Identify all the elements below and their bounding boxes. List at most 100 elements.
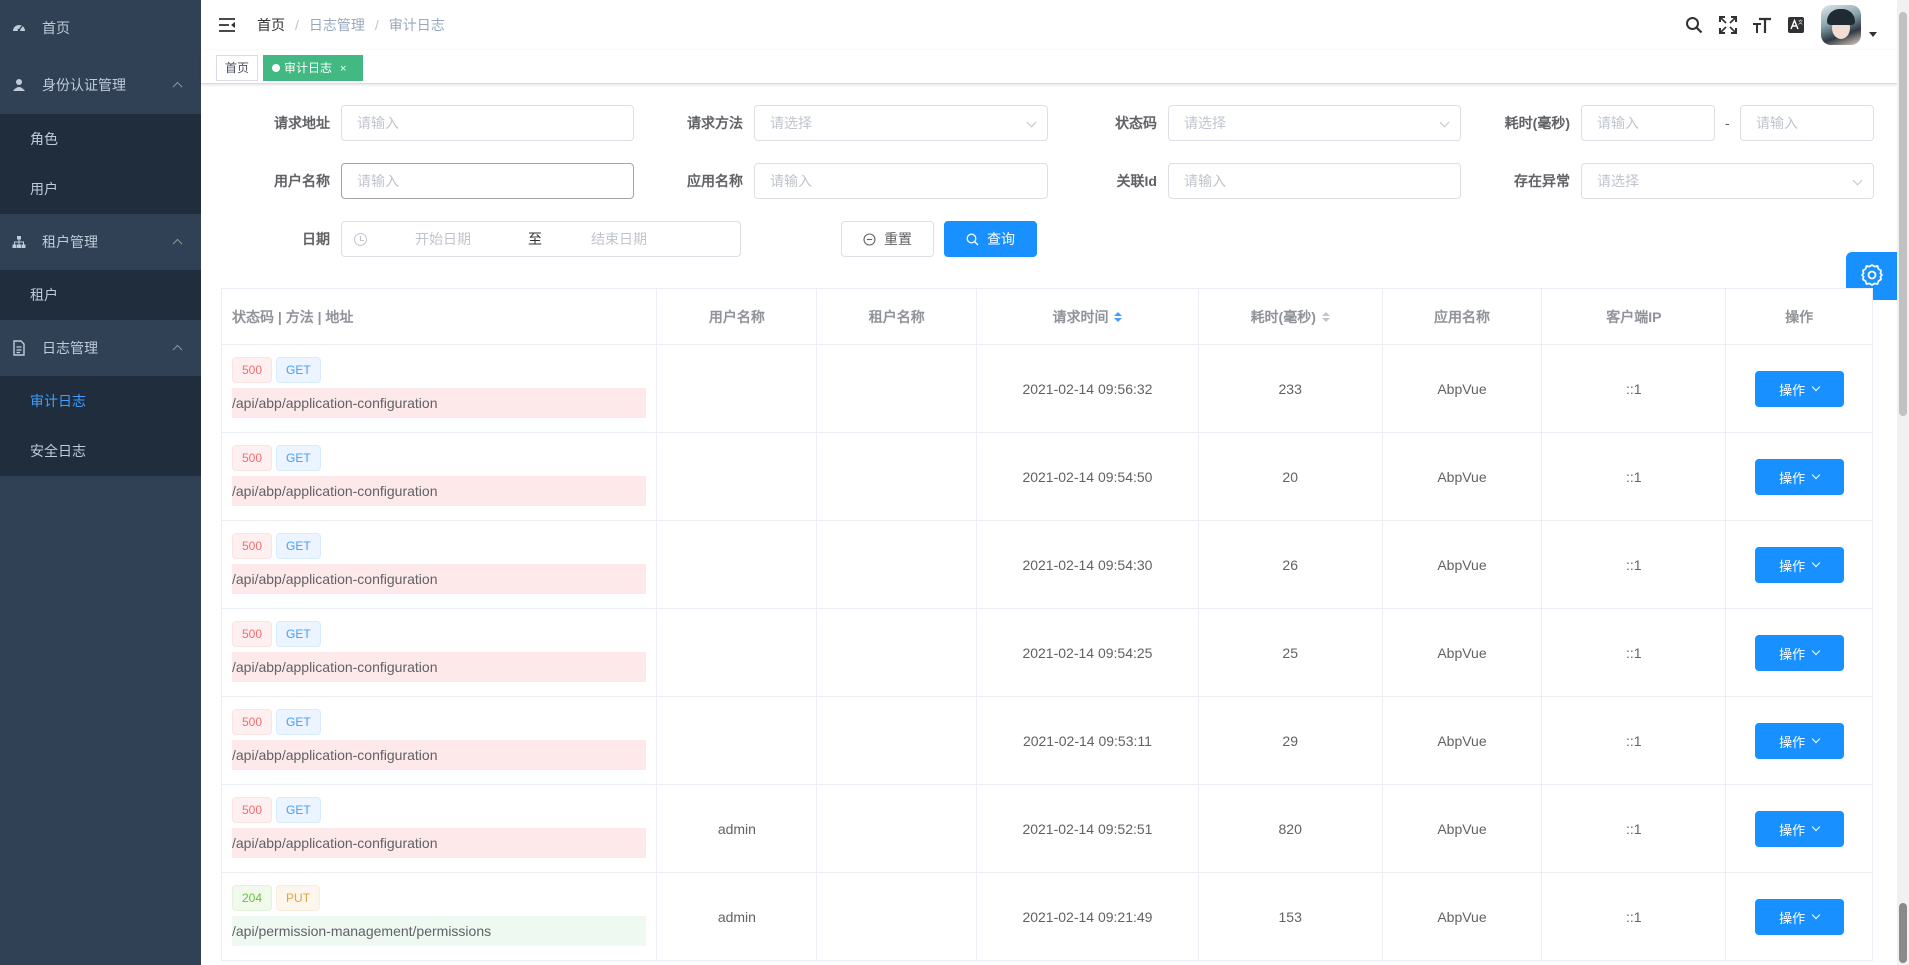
fullscreen-icon[interactable] [1717, 14, 1739, 36]
language-icon[interactable]: 文 [1785, 14, 1807, 36]
label-duration: 耗时(毫秒) [1504, 115, 1570, 131]
query-button[interactable]: 查询 [944, 221, 1037, 257]
status-badge: 500 [232, 357, 273, 383]
action-dropdown-button[interactable]: 操作 [1754, 899, 1844, 935]
menu-tenant[interactable]: 租户管理 [0, 214, 201, 270]
sort-icon[interactable] [1114, 312, 1123, 322]
chevron-down-icon [1811, 822, 1821, 832]
hamburger-icon[interactable] [217, 15, 237, 35]
action-dropdown-button[interactable]: 操作 [1754, 459, 1844, 495]
reset-button[interactable]: 重置 [841, 221, 934, 257]
request-method-select[interactable]: 请选择 [754, 105, 1048, 141]
tag-audit-log[interactable]: 审计日志 × [263, 55, 363, 81]
menu-identity[interactable]: 身份认证管理 [0, 56, 201, 114]
cell-request-time: 2021-02-14 09:54:25 [977, 609, 1199, 697]
has-exception-select[interactable]: 请选择 [1581, 163, 1874, 199]
scrollbar[interactable] [1897, 0, 1909, 965]
filter-row-1: 请求地址 请输入 请求方法 请选择 状态码 请选择 耗时(毫秒) 请输入 - 请… [201, 105, 1897, 141]
cell-tenant-name [817, 433, 978, 521]
date-end-input[interactable]: 结束日期 [574, 222, 664, 256]
duration-min-input[interactable]: 请输入 [1581, 105, 1715, 141]
action-dropdown-button[interactable]: 操作 [1754, 635, 1844, 671]
cell-duration: 20 [1199, 433, 1383, 521]
badge-group: 500 GET [232, 709, 646, 735]
action-dropdown-button[interactable]: 操作 [1754, 811, 1844, 847]
correlation-id-input[interactable]: 请输入 [1168, 163, 1461, 199]
chevron-down-icon [1811, 558, 1821, 568]
font-size-icon[interactable] [1751, 14, 1773, 36]
status-code-select[interactable]: 请选择 [1168, 105, 1461, 141]
query-button-label: 查询 [987, 231, 1015, 247]
status-badge: 500 [232, 621, 273, 647]
method-badge: PUT [276, 885, 321, 911]
cell-client-ip: ::1 [1542, 873, 1727, 961]
reset-button-label: 重置 [884, 231, 912, 247]
document-icon [12, 340, 26, 356]
chevron-down-icon [1811, 910, 1821, 920]
action-dropdown-button[interactable]: 操作 [1754, 371, 1844, 407]
duration-separator: - [1725, 115, 1730, 131]
sidebar-item-audit-log[interactable]: 审计日志 [0, 376, 201, 426]
chevron-down-icon [1811, 646, 1821, 656]
request-url: /api/abp/application-configuration [232, 828, 647, 858]
breadcrumb-logs: 日志管理 [308, 17, 365, 33]
col-request-time[interactable]: 请求时间 [977, 289, 1199, 345]
cell-actions: 操作 [1726, 433, 1872, 521]
cell-client-ip: ::1 [1542, 433, 1727, 521]
active-dot-icon [272, 64, 280, 72]
request-method-placeholder: 请选择 [770, 115, 812, 131]
cell-tenant-name [817, 873, 978, 961]
badge-group: 500 GET [232, 533, 646, 559]
app-name-input[interactable]: 请输入 [754, 163, 1048, 199]
tag-home[interactable]: 首页 [216, 55, 259, 81]
request-url-input[interactable]: 请输入 [341, 105, 634, 141]
request-url: /api/abp/application-configuration [232, 740, 647, 770]
sidebar-item-users[interactable]: 用户 [0, 164, 201, 214]
action-dropdown-label: 操作 [1779, 382, 1806, 398]
menu-logs[interactable]: 日志管理 [0, 320, 201, 376]
col-client-ip: 客户端IP [1542, 289, 1727, 345]
cell-user-name [657, 521, 818, 609]
sidebar-item-security-log[interactable]: 安全日志 [0, 426, 201, 476]
col-request-time-label: 请求时间 [1052, 309, 1109, 325]
col-duration[interactable]: 耗时(毫秒) [1199, 289, 1383, 345]
sidebar-item-roles[interactable]: 角色 [0, 114, 201, 164]
duration-max-input[interactable]: 请输入 [1740, 105, 1874, 141]
badge-group: 500 GET [232, 445, 646, 471]
status-badge: 500 [232, 533, 273, 559]
cell-request-time: 2021-02-14 09:54:30 [977, 521, 1199, 609]
close-icon[interactable]: × [340, 63, 346, 75]
status-badge: 500 [232, 797, 273, 823]
date-start-input[interactable]: 开始日期 [398, 222, 488, 256]
caret-down-icon[interactable] [1869, 31, 1877, 37]
chevron-down-icon [1026, 117, 1037, 128]
search-icon[interactable] [1683, 14, 1705, 36]
sidebar-item-tenants[interactable]: 租户 [0, 270, 201, 320]
status-badge: 500 [232, 709, 273, 735]
cell-tenant-name [817, 609, 978, 697]
breadcrumb: 首页 / 日志管理 / 审计日志 [257, 15, 445, 35]
action-dropdown-label: 操作 [1779, 734, 1806, 750]
badge-group: 500 GET [232, 797, 646, 823]
scrollbar-thumb[interactable] [1899, 12, 1907, 416]
cell-tenant-name [817, 785, 978, 873]
submenu-logs: 审计日志 安全日志 [0, 376, 201, 476]
cell-user-name [657, 345, 818, 433]
chevron-down-icon [1811, 734, 1821, 744]
label-user-name: 用户名称 [274, 173, 330, 189]
user-name-input[interactable]: 请输入 [341, 163, 634, 199]
avatar[interactable] [1821, 5, 1861, 45]
sort-icon[interactable] [1321, 312, 1330, 322]
date-range-picker[interactable]: 开始日期 至 结束日期 [341, 221, 741, 257]
table-row: 204 PUT/api/permission-management/permiss… [222, 873, 1872, 961]
chevron-down-icon [1811, 382, 1821, 392]
menu-label-tenant: 租户管理 [42, 234, 98, 250]
label-date: 日期 [302, 231, 330, 247]
action-dropdown-button[interactable]: 操作 [1754, 723, 1844, 759]
scrollbar-thumb-inner[interactable] [1899, 903, 1907, 963]
cell-duration: 233 [1199, 345, 1383, 433]
menu-item-home[interactable]: 首页 [0, 0, 201, 56]
action-dropdown-button[interactable]: 操作 [1754, 547, 1844, 583]
menu-label-home: 首页 [42, 20, 70, 36]
breadcrumb-home[interactable]: 首页 [257, 15, 285, 35]
